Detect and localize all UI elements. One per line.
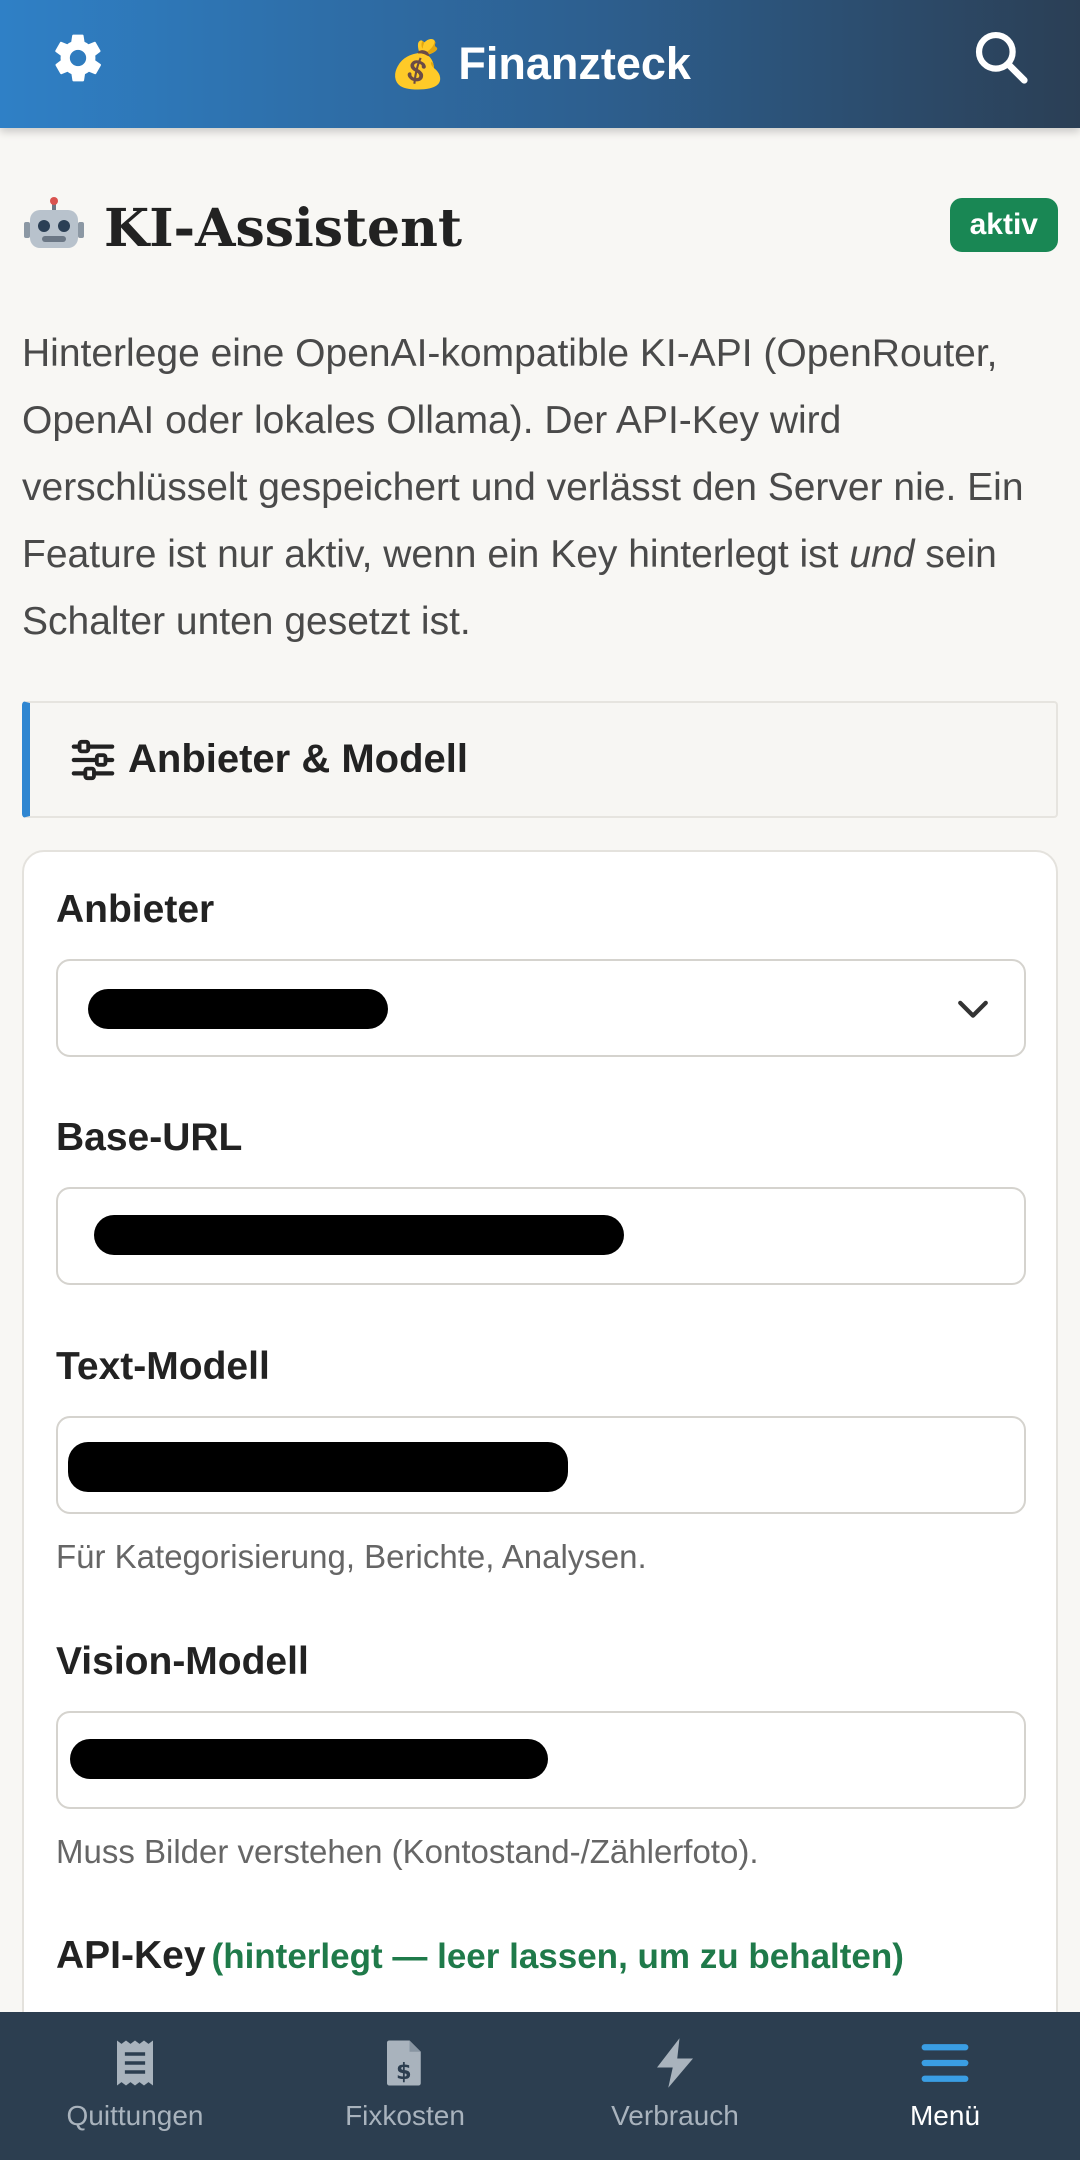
api-key-label: API-Key (hinterlegt — leer lassen, um zu … (56, 1934, 904, 1978)
money-bag-icon: 💰 (389, 38, 447, 90)
redacted-value (68, 1442, 568, 1492)
receipt-icon (117, 2040, 153, 2086)
settings-card: Anbieter Base-URL Text-Modell Für Katego… (22, 850, 1058, 2012)
top-app-bar: 💰 Finanzteck (0, 0, 1080, 128)
intro-text: Hinterlege eine OpenAI-kompatible KI-API… (22, 320, 1062, 655)
app-title: Finanzteck (458, 38, 691, 89)
provider-label: Anbieter (56, 888, 215, 931)
tab-menu[interactable]: Menü (810, 2012, 1080, 2160)
api-key-hint: (hinterlegt — leer lassen, um zu behalte… (211, 1937, 904, 1976)
section-header: Anbieter & Modell (22, 701, 1058, 818)
intro-text-emphasis: und (849, 533, 915, 576)
redacted-value (88, 989, 388, 1029)
tab-verbrauch[interactable]: Verbrauch (540, 2012, 810, 2160)
bottom-navigation: Quittungen $ Fixkosten Verbrauch Menü (0, 2012, 1080, 2160)
base-url-input[interactable] (56, 1187, 1026, 1285)
robot-icon (24, 197, 84, 248)
svg-text:$: $ (396, 2059, 412, 2085)
sliders-icon (71, 739, 115, 780)
page-header: KI-Assistent aktiv (22, 188, 1058, 268)
app-brand[interactable]: 💰 Finanzteck (389, 38, 691, 90)
text-model-label: Text-Modell (56, 1345, 270, 1388)
text-model-help: Für Kategorisierung, Berichte, Analysen. (56, 1538, 647, 1575)
main-content: KI-Assistent aktiv Hinterlege eine OpenA… (0, 128, 1080, 2012)
vision-model-label: Vision-Modell (56, 1640, 309, 1683)
menu-icon (921, 2044, 969, 2082)
vision-model-help: Muss Bilder verstehen (Kontostand-/Zähle… (56, 1833, 759, 1870)
tab-fixkosten[interactable]: $ Fixkosten (270, 2012, 540, 2160)
tab-label: Verbrauch (611, 2100, 739, 2131)
bolt-icon (657, 2038, 693, 2088)
text-model-input[interactable] (56, 1416, 1026, 1514)
base-url-label: Base-URL (56, 1116, 243, 1159)
gear-icon[interactable] (50, 30, 106, 86)
chevron-down-icon (958, 1000, 988, 1018)
invoice-dollar-icon: $ (387, 2040, 421, 2086)
api-key-label-text: API-Key (56, 1934, 206, 1977)
section-title: Anbieter & Modell (128, 737, 469, 781)
tab-quittungen[interactable]: Quittungen (0, 2012, 270, 2160)
redacted-value (94, 1215, 624, 1255)
redacted-value (70, 1739, 548, 1779)
page-title: KI-Assistent (104, 197, 462, 259)
vision-model-input[interactable] (56, 1711, 1026, 1809)
provider-select[interactable] (56, 959, 1026, 1057)
tab-label: Menü (909, 2100, 981, 2131)
search-icon[interactable] (970, 26, 1032, 88)
status-badge: aktiv (949, 198, 1058, 252)
tab-label: Fixkosten (345, 2100, 465, 2131)
tab-label: Quittungen (66, 2100, 204, 2131)
